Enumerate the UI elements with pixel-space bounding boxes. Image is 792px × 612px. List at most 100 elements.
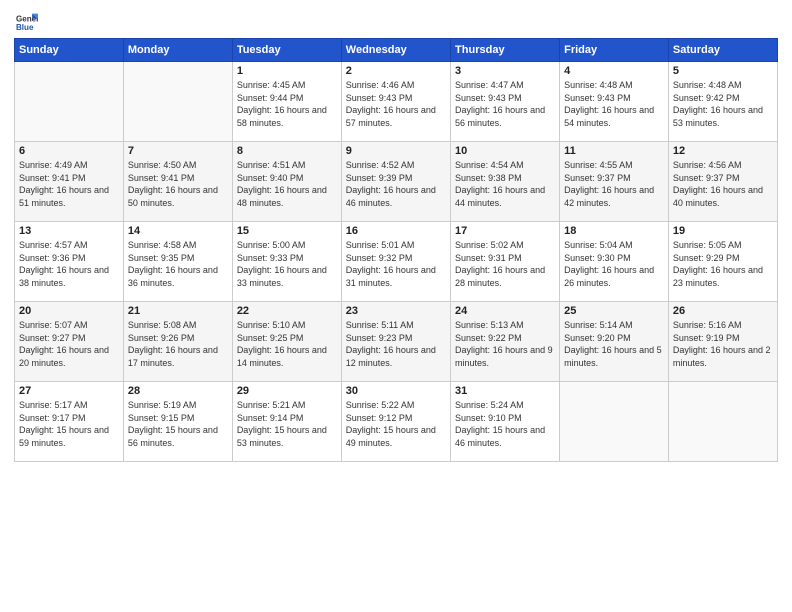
day-info: Sunrise: 5:08 AM Sunset: 9:26 PM Dayligh… [128, 319, 228, 369]
calendar-cell: 31Sunrise: 5:24 AM Sunset: 9:10 PM Dayli… [451, 382, 560, 462]
day-number: 20 [19, 305, 119, 317]
logo-icon: General Blue [16, 10, 38, 32]
calendar-week-row: 20 Sunrise: 5:07 AM Sunset: 9:27 PM Dayli… [15, 302, 778, 382]
day-number: 27 [19, 385, 119, 397]
day-info: Sunrise: 5:14 AM Sunset: 9:20 PM Dayligh… [564, 319, 664, 369]
day-number: 28 [128, 385, 228, 397]
day-info: Sunrise: 5:00 AM Sunset: 9:33 PM Dayligh… [237, 239, 337, 289]
calendar-cell: 26 Sunrise: 5:16 AM Sunset: 9:19 PM Dayli… [668, 302, 777, 382]
day-number: 17 [455, 225, 555, 237]
day-info: Sunrise: 4:45 AM Sunset: 9:44 PM Dayligh… [237, 79, 337, 129]
calendar-week-row: 27 Sunrise: 5:17 AM Sunset: 9:17 PM Dayli… [15, 382, 778, 462]
day-info: Sunrise: 4:46 AM Sunset: 9:43 PM Dayligh… [346, 79, 446, 129]
day-info: Sunrise: 4:48 AM Sunset: 9:43 PM Dayligh… [564, 79, 664, 129]
calendar-week-row: 1 Sunrise: 4:45 AM Sunset: 9:44 PM Daylig… [15, 62, 778, 142]
calendar-cell: 7Sunrise: 4:50 AM Sunset: 9:41 PM Daylig… [123, 142, 232, 222]
calendar-cell: 28 Sunrise: 5:19 AM Sunset: 9:15 PM Dayli… [123, 382, 232, 462]
day-number: 14 [128, 225, 228, 237]
day-number: 29 [237, 385, 337, 397]
day-number: 25 [564, 305, 664, 317]
calendar-header-row: SundayMondayTuesdayWednesdayThursdayFrid… [15, 39, 778, 62]
day-number: 19 [673, 225, 773, 237]
day-info: Sunrise: 4:49 AM Sunset: 9:41 PM Dayligh… [19, 159, 119, 209]
calendar-cell: 25 Sunrise: 5:14 AM Sunset: 9:20 PM Dayli… [560, 302, 669, 382]
calendar-cell: 15 Sunrise: 5:00 AM Sunset: 9:33 PM Dayli… [232, 222, 341, 302]
day-number: 1 [237, 65, 337, 77]
day-info: Sunrise: 5:21 AM Sunset: 9:14 PM Dayligh… [237, 399, 337, 449]
calendar-cell [123, 62, 232, 142]
calendar-cell: 24 Sunrise: 5:13 AM Sunset: 9:22 PM Dayli… [451, 302, 560, 382]
day-info: Sunrise: 4:54 AM Sunset: 9:38 PM Dayligh… [455, 159, 555, 209]
logo: General Blue [14, 10, 40, 32]
calendar-week-row: 6 Sunrise: 4:49 AM Sunset: 9:41 PM Daylig… [15, 142, 778, 222]
calendar-header-saturday: Saturday [668, 39, 777, 62]
calendar-cell: 20 Sunrise: 5:07 AM Sunset: 9:27 PM Dayli… [15, 302, 124, 382]
calendar-cell: 16 Sunrise: 5:01 AM Sunset: 9:32 PM Dayli… [341, 222, 450, 302]
day-number: 26 [673, 305, 773, 317]
day-number: 30 [346, 385, 446, 397]
calendar-cell [668, 382, 777, 462]
day-info: Sunrise: 4:47 AM Sunset: 9:43 PM Dayligh… [455, 79, 555, 129]
calendar-header-tuesday: Tuesday [232, 39, 341, 62]
day-info: Sunrise: 5:22 AM Sunset: 9:12 PM Dayligh… [346, 399, 446, 449]
day-info: Sunrise: 5:13 AM Sunset: 9:22 PM Dayligh… [455, 319, 555, 369]
day-info: Sunrise: 5:02 AM Sunset: 9:31 PM Dayligh… [455, 239, 555, 289]
calendar-header-friday: Friday [560, 39, 669, 62]
day-number: 9 [346, 145, 446, 157]
day-number: 8 [237, 145, 337, 157]
day-number: 13 [19, 225, 119, 237]
day-info: Sunrise: 5:10 AM Sunset: 9:25 PM Dayligh… [237, 319, 337, 369]
day-info: Sunrise: 5:19 AM Sunset: 9:15 PM Dayligh… [128, 399, 228, 449]
calendar-header-thursday: Thursday [451, 39, 560, 62]
day-info: Sunrise: 5:16 AM Sunset: 9:19 PM Dayligh… [673, 319, 773, 369]
calendar-cell: 27 Sunrise: 5:17 AM Sunset: 9:17 PM Dayli… [15, 382, 124, 462]
day-number: 18 [564, 225, 664, 237]
day-number: 4 [564, 65, 664, 77]
day-number: 7 [128, 145, 228, 157]
day-number: 12 [673, 145, 773, 157]
calendar-cell: 1 Sunrise: 4:45 AM Sunset: 9:44 PM Daylig… [232, 62, 341, 142]
day-info: Sunrise: 4:57 AM Sunset: 9:36 PM Dayligh… [19, 239, 119, 289]
calendar-cell: 22 Sunrise: 5:10 AM Sunset: 9:25 PM Dayli… [232, 302, 341, 382]
day-info: Sunrise: 5:17 AM Sunset: 9:17 PM Dayligh… [19, 399, 119, 449]
calendar-cell: 13 Sunrise: 4:57 AM Sunset: 9:36 PM Dayli… [15, 222, 124, 302]
day-info: Sunrise: 4:52 AM Sunset: 9:39 PM Dayligh… [346, 159, 446, 209]
calendar-cell [15, 62, 124, 142]
day-info: Sunrise: 5:07 AM Sunset: 9:27 PM Dayligh… [19, 319, 119, 369]
calendar-cell: 11 Sunrise: 4:55 AM Sunset: 9:37 PM Dayli… [560, 142, 669, 222]
calendar-cell: 8 Sunrise: 4:51 AM Sunset: 9:40 PM Daylig… [232, 142, 341, 222]
svg-text:Blue: Blue [16, 23, 34, 32]
calendar-cell: 18 Sunrise: 5:04 AM Sunset: 9:30 PM Dayli… [560, 222, 669, 302]
calendar-header-monday: Monday [123, 39, 232, 62]
day-number: 22 [237, 305, 337, 317]
calendar-table: SundayMondayTuesdayWednesdayThursdayFrid… [14, 38, 778, 462]
calendar-cell: 19Sunrise: 5:05 AM Sunset: 9:29 PM Dayli… [668, 222, 777, 302]
day-number: 5 [673, 65, 773, 77]
day-number: 6 [19, 145, 119, 157]
day-number: 16 [346, 225, 446, 237]
day-info: Sunrise: 5:04 AM Sunset: 9:30 PM Dayligh… [564, 239, 664, 289]
day-info: Sunrise: 4:55 AM Sunset: 9:37 PM Dayligh… [564, 159, 664, 209]
calendar-cell: 3 Sunrise: 4:47 AM Sunset: 9:43 PM Daylig… [451, 62, 560, 142]
page-header: General Blue [14, 10, 778, 32]
day-info: Sunrise: 4:58 AM Sunset: 9:35 PM Dayligh… [128, 239, 228, 289]
calendar-cell: 4 Sunrise: 4:48 AM Sunset: 9:43 PM Daylig… [560, 62, 669, 142]
calendar-cell: 30 Sunrise: 5:22 AM Sunset: 9:12 PM Dayli… [341, 382, 450, 462]
calendar-cell: 12Sunrise: 4:56 AM Sunset: 9:37 PM Dayli… [668, 142, 777, 222]
day-info: Sunrise: 4:51 AM Sunset: 9:40 PM Dayligh… [237, 159, 337, 209]
calendar-cell [560, 382, 669, 462]
day-info: Sunrise: 4:48 AM Sunset: 9:42 PM Dayligh… [673, 79, 773, 129]
calendar-cell: 5 Sunrise: 4:48 AM Sunset: 9:42 PM Daylig… [668, 62, 777, 142]
calendar-cell: 9 Sunrise: 4:52 AM Sunset: 9:39 PM Daylig… [341, 142, 450, 222]
day-number: 23 [346, 305, 446, 317]
calendar-cell: 17 Sunrise: 5:02 AM Sunset: 9:31 PM Dayli… [451, 222, 560, 302]
calendar-cell: 29 Sunrise: 5:21 AM Sunset: 9:14 PM Dayli… [232, 382, 341, 462]
day-number: 3 [455, 65, 555, 77]
day-number: 11 [564, 145, 664, 157]
calendar-week-row: 13 Sunrise: 4:57 AM Sunset: 9:36 PM Dayli… [15, 222, 778, 302]
day-info: Sunrise: 5:01 AM Sunset: 9:32 PM Dayligh… [346, 239, 446, 289]
day-number: 15 [237, 225, 337, 237]
day-number: 31 [455, 385, 555, 397]
day-number: 24 [455, 305, 555, 317]
calendar-header-wednesday: Wednesday [341, 39, 450, 62]
